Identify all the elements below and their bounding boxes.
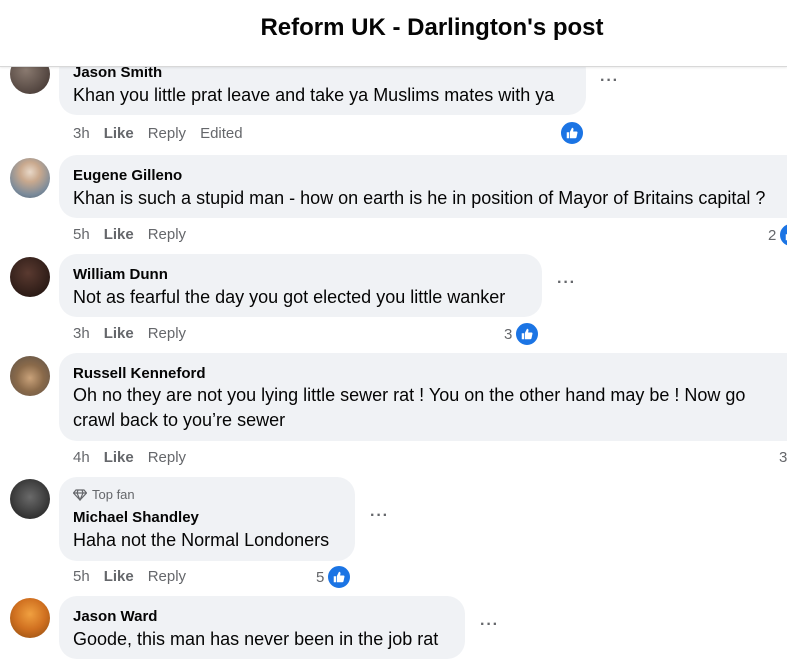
comment-bubble: William Dunn Not as fearful the day you … — [59, 254, 542, 317]
like-button[interactable]: Like — [104, 449, 134, 466]
like-button[interactable]: Like — [104, 568, 134, 585]
comment-author[interactable]: Eugene Gilleno — [73, 167, 182, 184]
comment-actions: 5h Like Reply — [73, 568, 186, 585]
more-options-icon[interactable]: ··· — [370, 507, 389, 525]
more-options-icon[interactable]: ··· — [480, 616, 499, 634]
reaction-count: 2 — [768, 226, 777, 244]
comment-time[interactable]: 4h — [73, 449, 90, 466]
diamond-icon — [73, 488, 87, 501]
avatar[interactable] — [10, 356, 50, 396]
comment-actions: 3h Like Reply Edited — [73, 125, 243, 142]
reply-button[interactable]: Reply — [148, 568, 186, 585]
top-fan-label: Top fan — [92, 487, 135, 502]
like-button[interactable]: Like — [104, 125, 134, 142]
comment-text: Not as fearful the day you got elected y… — [73, 287, 506, 307]
comment-bubble: Jason Ward Goode, this man has never bee… — [59, 596, 465, 659]
page-title: Reform UK - Darlington's post — [260, 14, 604, 41]
reaction-summary[interactable]: 3 — [779, 449, 787, 466]
like-reaction-icon — [326, 564, 353, 590]
comment-time[interactable]: 3h — [73, 125, 90, 142]
edited-label: Edited — [200, 125, 243, 142]
comment-actions: 3h Like Reply — [73, 325, 186, 342]
reaction-summary[interactable] — [559, 120, 585, 146]
comment-text: Haha not the Normal Londoners — [73, 530, 330, 550]
avatar[interactable] — [10, 257, 50, 297]
reaction-summary[interactable]: 5 — [316, 564, 353, 590]
reaction-summary[interactable]: 2 — [768, 222, 787, 248]
comment-author[interactable]: William Dunn — [73, 266, 168, 283]
reply-button[interactable]: Reply — [148, 125, 186, 142]
reply-button[interactable]: Reply — [148, 449, 186, 466]
reply-button[interactable]: Reply — [148, 325, 186, 342]
comment-actions: 4h Like Reply — [73, 449, 186, 466]
reaction-count: 3 — [504, 325, 513, 343]
comment-text: Goode, this man has never been in the jo… — [73, 629, 439, 649]
comment-text: Khan you little prat leave and take ya M… — [73, 85, 555, 105]
comment-bubble: Eugene Gilleno Khan is such a stupid man… — [59, 155, 787, 218]
avatar[interactable] — [10, 479, 50, 519]
like-button[interactable]: Like — [104, 325, 134, 342]
comment-author[interactable]: Jason Ward — [73, 608, 157, 625]
reaction-count: 5 — [316, 568, 325, 586]
reaction-count: 3 — [779, 449, 787, 466]
comment-bubble: Russell Kenneford Oh no they are not you… — [59, 353, 787, 441]
comment-bubble: Top fan Michael Shandley Haha not the No… — [59, 477, 355, 561]
comment-author[interactable]: Russell Kenneford — [73, 365, 206, 382]
avatar[interactable] — [10, 598, 50, 638]
like-button[interactable]: Like — [104, 226, 134, 243]
avatar[interactable] — [10, 158, 50, 198]
comment-time[interactable]: 5h — [73, 226, 90, 243]
like-reaction-icon — [559, 120, 585, 146]
comment-text: Oh no they are not you lying little sewe… — [73, 385, 746, 430]
more-options-icon[interactable]: ··· — [557, 274, 576, 292]
comment-text: Khan is such a stupid man - how on earth… — [73, 188, 766, 208]
comment-time[interactable]: 5h — [73, 568, 90, 585]
top-fan-badge: Top fan — [73, 487, 135, 502]
more-options-icon[interactable]: ··· — [600, 72, 619, 90]
comment-time[interactable]: 3h — [73, 325, 90, 342]
reaction-summary[interactable]: 3 — [504, 321, 541, 347]
like-reaction-icon — [778, 222, 787, 248]
comment-author[interactable]: Michael Shandley — [73, 509, 199, 526]
like-reaction-icon — [514, 321, 541, 347]
comment-actions: 5h Like Reply — [73, 226, 186, 243]
post-header: Reform UK - Darlington's post — [0, 0, 787, 67]
reply-button[interactable]: Reply — [148, 226, 186, 243]
